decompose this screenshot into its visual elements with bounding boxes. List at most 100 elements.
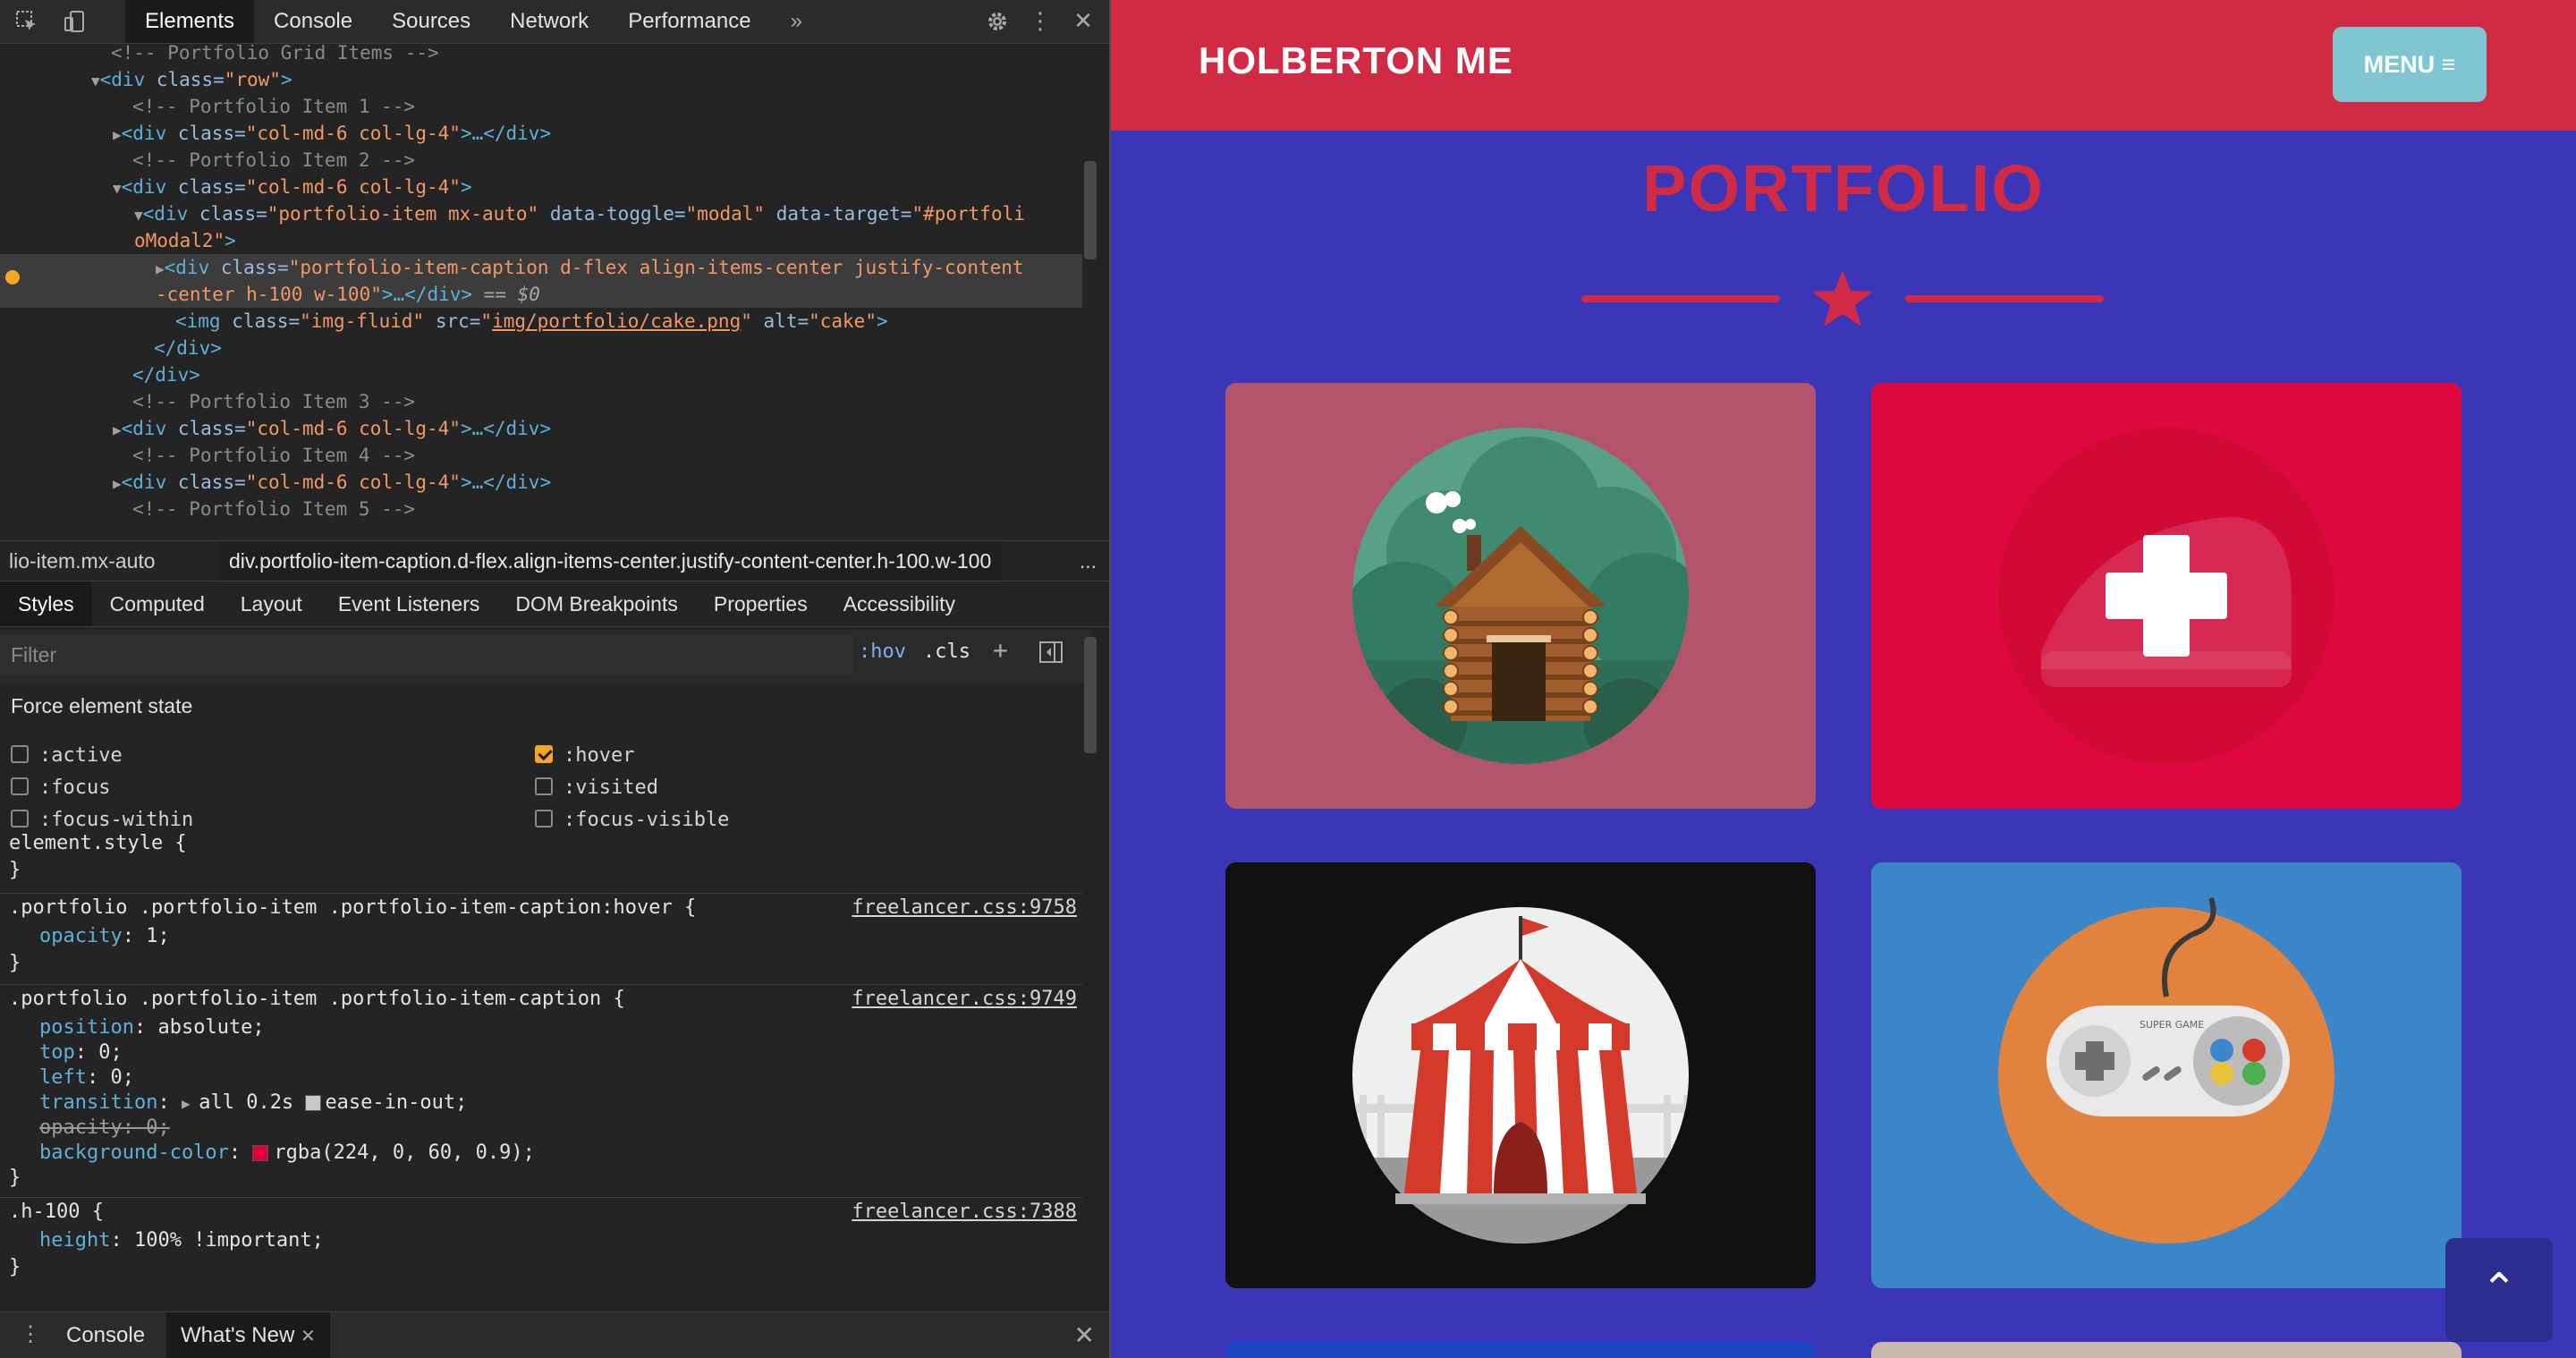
portfolio-item-caption[interactable] [1871,383,2462,809]
breadcrumb-item[interactable]: lio-item.mx-auto [9,541,156,581]
kebab-menu-icon[interactable]: ⋮ [1027,0,1054,43]
dom-node[interactable]: <!-- Portfolio Item 1 --> [132,93,1082,120]
collapse-triangle-icon[interactable]: ▼ [113,180,122,197]
add-rule-icon[interactable]: + [993,635,1008,665]
dom-node[interactable]: <!-- Portfolio Item 2 --> [132,147,1082,174]
dom-node-selected[interactable]: ▶<div class="portfolio-item-caption d-fl… [0,254,1082,281]
portfolio-item-next[interactable] [1225,1342,1816,1358]
portfolio-item-cabin[interactable] [1225,383,1816,809]
dom-node[interactable]: <!-- Portfolio Item 5 --> [132,496,1082,522]
portfolio-item-cake[interactable] [1871,383,2462,809]
dom-node[interactable]: ▼<div class="row"> [91,66,1082,93]
expand-triangle-icon[interactable]: ▶ [182,1095,199,1112]
brand-logo[interactable]: HOLBERTON ME [1199,39,1513,82]
tab-accessibility[interactable]: Accessibility [826,581,973,626]
inspect-element-icon[interactable] [14,9,39,34]
portfolio-item-circus[interactable] [1225,862,1816,1288]
collapse-triangle-icon[interactable]: ▼ [134,207,143,224]
tab-dom-breakpoints[interactable]: DOM Breakpoints [497,581,696,626]
dom-node-selected[interactable]: -center h-100 w-100">…</div> == $0 [0,281,1082,308]
rule-declaration[interactable]: left: 0; [39,1065,134,1091]
tab-styles[interactable]: Styles [0,581,92,626]
expand-triangle-icon[interactable]: ▶ [156,260,165,277]
more-tabs-icon[interactable]: » [771,0,822,43]
dom-tree: <!-- Portfolio Grid Items --> ▼<div clas… [0,45,1082,539]
state-focus-checkbox[interactable]: :focus [11,775,110,802]
rule-selector[interactable]: element.style { [9,830,187,857]
tab-computed[interactable]: Computed [92,581,223,626]
close-drawer-icon[interactable]: ✕ [1074,1312,1095,1358]
toggle-sidebar-icon[interactable] [1038,639,1064,671]
dom-node[interactable]: oModal2"> [134,227,1082,254]
dom-node[interactable]: <img class="img-fluid" src="img/portfoli… [175,308,1082,335]
dom-node[interactable]: <!-- Portfolio Item 4 --> [132,442,1082,469]
drawer-tab-whats-new[interactable]: What's New ✕ [166,1312,330,1358]
tab-performance[interactable]: Performance [608,0,770,43]
cls-toggle[interactable]: .cls [923,641,970,663]
device-toolbar-icon[interactable] [63,9,88,34]
rule-source-link[interactable]: freelancer.css:7388 [852,1199,1077,1226]
dom-node[interactable]: </div> [154,335,1082,361]
close-icon[interactable]: ✕ [301,1327,316,1346]
portfolio-item-game[interactable]: SUPER GAME [1871,862,2462,1288]
checkbox-icon[interactable] [11,810,29,828]
collapse-triangle-icon[interactable]: ▼ [91,72,100,89]
dom-node[interactable]: ▼<div class="portfolio-item mx-auto" dat… [134,200,1082,227]
rule-declaration[interactable]: top: 0; [39,1040,123,1066]
dom-node[interactable]: ▼<div class="col-md-6 col-lg-4"> [113,174,1082,200]
close-icon[interactable]: ✕ [1070,0,1097,43]
rule-declaration[interactable]: background-color: rgba(224, 0, 60, 0.9); [39,1140,535,1167]
dom-node[interactable]: ▶<div class="col-md-6 col-lg-4">…</div> [113,469,1082,496]
tab-network[interactable]: Network [490,0,608,43]
dom-node[interactable]: <!-- Portfolio Grid Items --> [111,45,1082,66]
expand-triangle-icon[interactable]: ▶ [113,421,122,438]
portfolio-item-next[interactable] [1871,1342,2462,1358]
styles-scrollbar[interactable] [1084,637,1097,753]
rule-declaration-overridden[interactable]: opacity: 0; [39,1115,170,1142]
dom-node[interactable]: ▶<div class="col-md-6 col-lg-4">…</div> [113,415,1082,442]
rule-selector[interactable]: .h-100 { [9,1199,104,1226]
dom-scrollbar[interactable] [1084,161,1097,259]
force-state-title: Force element state [11,694,193,717]
rule-selector[interactable]: .portfolio .portfolio-item .portfolio-it… [9,895,696,921]
tab-elements[interactable]: Elements [125,0,255,43]
rule-brace: } [9,1167,21,1189]
checkbox-icon[interactable] [11,777,29,795]
dom-node[interactable]: ▶<div class="col-md-6 col-lg-4">…</div> [113,120,1082,147]
breadcrumb: lio-item.mx-auto div.portfolio-item-capt… [0,540,1109,581]
checkbox-icon[interactable] [535,810,553,828]
rule-selector[interactable]: .portfolio .portfolio-item .portfolio-it… [9,986,625,1013]
more-icon[interactable]: ... [1080,541,1097,581]
gear-icon[interactable] [984,0,1011,43]
checkbox-icon[interactable] [11,745,29,763]
tab-sources[interactable]: Sources [372,0,490,43]
tab-properties[interactable]: Properties [696,581,826,626]
state-visited-checkbox[interactable]: :visited [535,775,658,802]
tab-event-listeners[interactable]: Event Listeners [320,581,498,626]
checkbox-checked-icon[interactable] [535,745,553,763]
tab-console[interactable]: Console [254,0,372,43]
rule-declaration[interactable]: position: absolute; [39,1014,265,1041]
rule-declaration[interactable]: opacity: 1; [39,923,170,950]
state-hover-checkbox[interactable]: :hover [535,743,634,769]
menu-button[interactable]: MENU ≡ [2333,27,2487,102]
rule-source-link[interactable]: freelancer.css:9749 [852,986,1077,1013]
state-active-checkbox[interactable]: :active [11,743,123,769]
easing-editor-icon[interactable] [305,1095,322,1111]
color-swatch-icon[interactable] [252,1145,269,1161]
back-to-top-button[interactable]: ⌃ [2445,1238,2553,1342]
drawer-tab-console[interactable]: Console [52,1312,159,1358]
checkbox-icon[interactable] [535,777,553,795]
dom-node[interactable]: <!-- Portfolio Item 3 --> [132,388,1082,415]
hov-toggle[interactable]: :hov [859,641,906,663]
expand-triangle-icon[interactable]: ▶ [113,126,122,143]
tab-layout[interactable]: Layout [223,581,320,626]
rule-declaration[interactable]: transition: ▶ all 0.2s ease-in-out; [39,1090,467,1116]
drawer-menu-icon[interactable]: ⋮ [20,1321,41,1347]
breadcrumb-item-active[interactable]: div.portfolio-item-caption.d-flex.align-… [218,541,1003,581]
rule-source-link[interactable]: freelancer.css:9758 [852,895,1077,921]
dom-node[interactable]: </div> [132,361,1082,388]
styles-filter-input[interactable] [0,635,853,675]
rule-declaration[interactable]: height: 100% !important; [39,1227,324,1254]
expand-triangle-icon[interactable]: ▶ [113,475,122,492]
